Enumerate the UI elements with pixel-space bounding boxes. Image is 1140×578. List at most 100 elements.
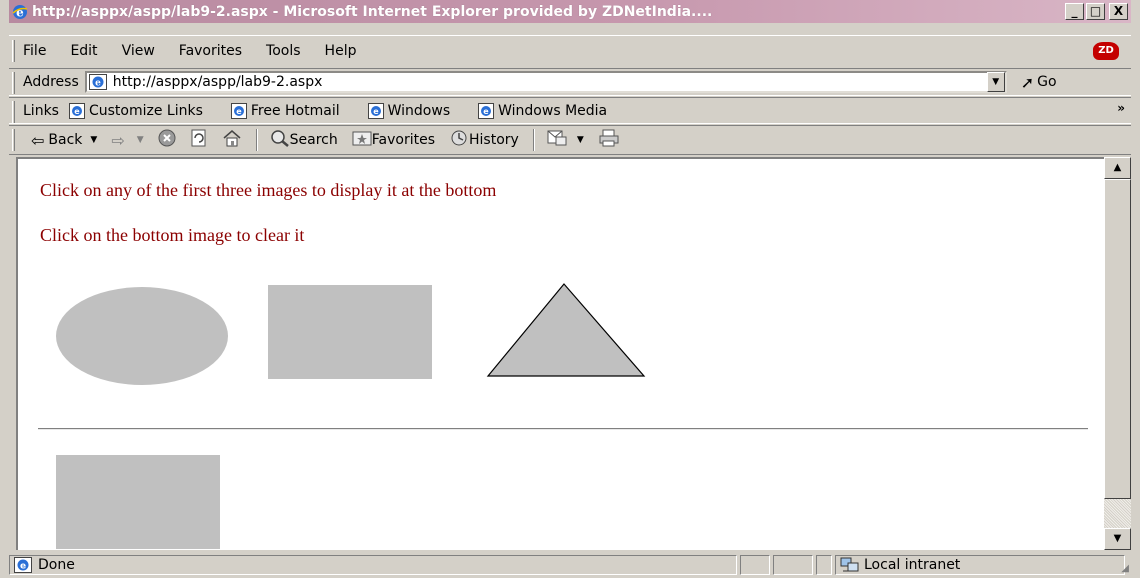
menu-favorites[interactable]: Favorites <box>179 43 242 59</box>
go-arrow-icon: ➚ <box>1020 72 1035 92</box>
mail-button[interactable]: ▼ <box>547 129 584 151</box>
forward-arrow-icon: ⇨ <box>111 130 125 150</box>
minimize-button[interactable]: _ <box>1065 3 1084 20</box>
maximize-button[interactable]: □ <box>1086 3 1105 20</box>
menu-file[interactable]: File <box>23 43 46 59</box>
linksbar-grip[interactable] <box>12 101 15 123</box>
link-free-hotmail[interactable]: e Free Hotmail <box>230 102 340 119</box>
menu-tools[interactable]: Tools <box>266 43 301 59</box>
scroll-down-button[interactable]: ▼ <box>1104 528 1131 550</box>
mail-dropdown-icon[interactable]: ▼ <box>577 135 584 145</box>
svg-text:e: e <box>483 107 489 116</box>
forward-button[interactable]: ⇨ ▼ <box>111 131 143 150</box>
back-button[interactable]: ⇦ Back ▼ <box>31 131 97 150</box>
ie-page-icon: e <box>230 102 247 119</box>
search-label: Search <box>289 132 338 148</box>
ie-page-icon: e <box>478 102 495 119</box>
status-bar: e Done Local intranet ◢ <box>9 554 1131 576</box>
stop-icon <box>158 129 176 151</box>
back-arrow-icon: ⇦ <box>31 130 45 150</box>
bottom-display-image[interactable] <box>56 455 220 549</box>
zdnet-logo-icon: ZD <box>1093 42 1119 60</box>
favorites-icon <box>352 129 372 151</box>
address-dropdown-button[interactable]: ▼ <box>986 72 1005 92</box>
mail-icon <box>547 129 569 151</box>
addressbar-grip[interactable] <box>12 72 15 94</box>
history-icon <box>449 129 469 151</box>
status-pane-2 <box>740 555 770 575</box>
instruction-text-2: Click on the bottom image to clear it <box>40 225 305 245</box>
favorites-button[interactable]: Favorites <box>352 129 435 151</box>
search-button[interactable]: Search <box>270 129 338 151</box>
svg-text:e: e <box>373 107 379 116</box>
intranet-icon <box>840 557 860 573</box>
address-bar: Address e http://asppx/aspp/lab9-2.aspx … <box>9 68 1131 96</box>
refresh-button[interactable] <box>190 129 208 151</box>
scroll-up-button[interactable]: ▲ <box>1104 157 1131 179</box>
menu-help[interactable]: Help <box>325 43 357 59</box>
status-main-pane: e Done <box>9 555 737 575</box>
resize-grip-icon[interactable]: ◢ <box>1121 563 1129 574</box>
scroll-thumb[interactable] <box>1104 179 1131 499</box>
triangle-image[interactable] <box>486 283 646 379</box>
links-label: Links <box>23 102 59 119</box>
print-icon <box>598 129 620 151</box>
page-done-icon: e <box>14 557 32 573</box>
menu-edit[interactable]: Edit <box>70 43 97 59</box>
links-more-chevron[interactable]: » <box>1117 101 1125 115</box>
instruction-text-1: Click on any of the first three images t… <box>40 180 497 200</box>
link-label: Free Hotmail <box>250 102 340 119</box>
circle-image[interactable] <box>56 287 228 385</box>
vertical-scrollbar[interactable]: ▲ ▼ <box>1104 157 1131 550</box>
go-label: Go <box>1037 74 1057 90</box>
toolbar-separator <box>255 129 258 151</box>
go-button[interactable]: ➚ Go <box>1021 73 1057 92</box>
address-label: Address <box>23 74 79 90</box>
browser-window: e http://asppx/aspp/lab9-2.aspx - Micros… <box>0 0 1140 578</box>
status-pane-4 <box>816 555 832 575</box>
back-label: Back <box>48 132 83 148</box>
zone-label: Local intranet <box>864 557 961 573</box>
page-icon: e <box>88 74 107 90</box>
close-button[interactable]: X <box>1109 3 1128 20</box>
print-button[interactable] <box>598 129 620 151</box>
link-windows-media[interactable]: e Windows Media <box>478 102 607 119</box>
link-windows[interactable]: e Windows <box>367 102 451 119</box>
link-customize-links[interactable]: e Customize Links <box>68 102 203 119</box>
links-bar: Links e Customize Links e Free Hotmail e… <box>9 97 1131 124</box>
search-icon <box>270 129 290 151</box>
title-bar[interactable]: e http://asppx/aspp/lab9-2.aspx - Micros… <box>9 0 1131 23</box>
forward-dropdown-icon[interactable]: ▼ <box>137 135 144 145</box>
standard-toolbar: ⇦ Back ▼ ⇨ ▼ Search Favorites History ▼ <box>9 125 1131 155</box>
stop-button[interactable] <box>158 129 176 151</box>
favorites-label: Favorites <box>371 132 436 148</box>
square-image[interactable] <box>268 285 432 379</box>
address-value: http://asppx/aspp/lab9-2.aspx <box>112 74 323 90</box>
link-label: Customize Links <box>88 102 203 119</box>
page-content: Click on any of the first three images t… <box>16 157 1104 550</box>
history-label: History <box>469 132 519 148</box>
svg-text:e: e <box>20 562 26 572</box>
home-button[interactable] <box>222 129 242 151</box>
svg-text:e: e <box>236 107 242 116</box>
menu-view[interactable]: View <box>122 43 155 59</box>
history-button[interactable]: History <box>449 129 519 151</box>
menu-bar: File Edit View Favorites Tools Help ZD <box>9 35 1131 65</box>
svg-text:e: e <box>74 107 80 116</box>
window-title: http://asppx/aspp/lab9-2.aspx - Microsof… <box>32 3 713 20</box>
status-pane-3 <box>773 555 813 575</box>
back-dropdown-icon[interactable]: ▼ <box>90 135 97 145</box>
ie-page-icon: e <box>367 102 384 119</box>
refresh-icon <box>190 129 208 151</box>
toolbar-separator <box>532 129 535 151</box>
address-input[interactable]: e http://asppx/aspp/lab9-2.aspx ▼ <box>84 71 1007 93</box>
svg-text:e: e <box>16 5 24 19</box>
ie-logo-icon: e <box>12 4 28 20</box>
link-label: Windows <box>387 102 451 119</box>
svg-text:e: e <box>95 79 101 89</box>
horizontal-rule <box>38 428 1088 430</box>
ie-page-icon: e <box>68 102 85 119</box>
security-zone-pane: Local intranet <box>835 555 1125 575</box>
menubar-grip[interactable] <box>12 40 15 62</box>
toolbar-grip[interactable] <box>12 129 15 151</box>
